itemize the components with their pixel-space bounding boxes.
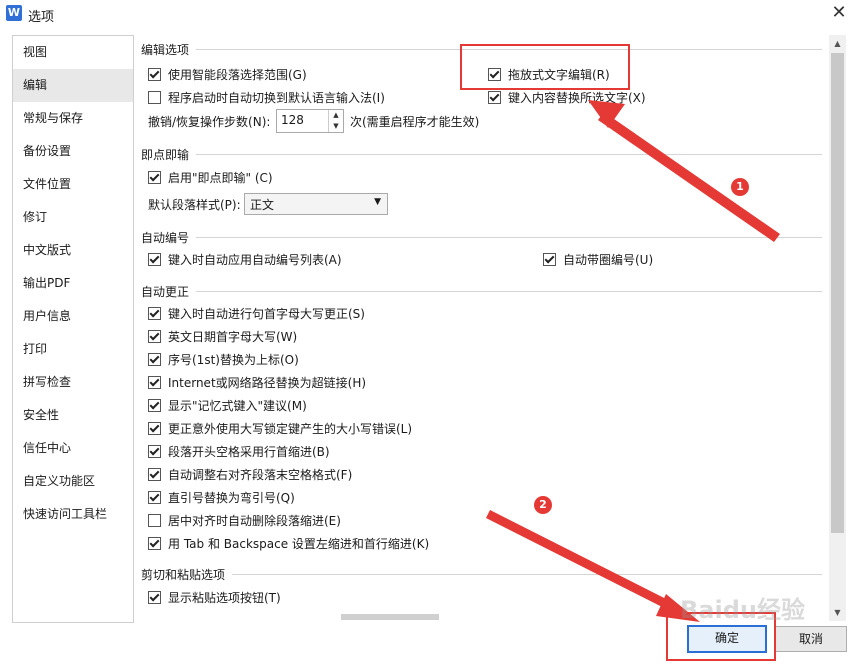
annotation-number-1: 1: [731, 178, 749, 196]
annotation-arrow-2: [486, 510, 680, 614]
annotation-arrow-1: [598, 112, 780, 242]
annotation-number-2: 2: [534, 496, 552, 514]
annotation-arrows: [486, 100, 780, 622]
baidu-watermark: Baidu经验: [680, 596, 805, 624]
